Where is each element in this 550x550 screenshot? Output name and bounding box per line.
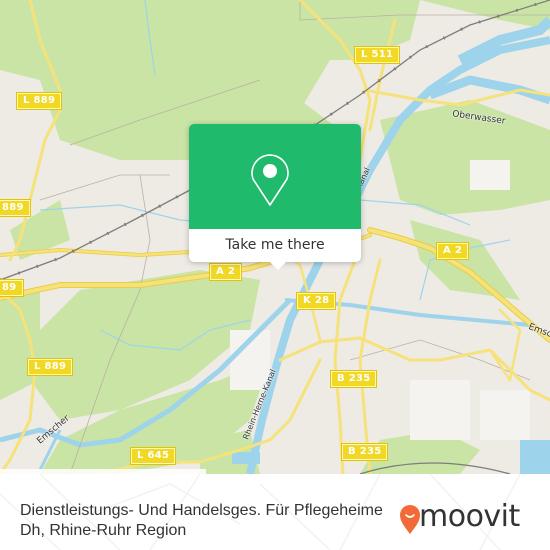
road-label-l889: 889 — [0, 200, 30, 216]
take-me-there-button[interactable]: Take me there — [189, 229, 361, 262]
place-title: Dienstleistungs- Und Handelsges. Für Pfl… — [20, 502, 383, 539]
location-popup: Take me there — [189, 124, 361, 270]
road-label-b235: B 235 — [342, 444, 388, 460]
road-label-l889: L 889 — [17, 93, 62, 109]
road-label-l511: L 511 — [355, 47, 400, 63]
popup-header — [189, 124, 361, 229]
road-label-l645: L 645 — [131, 448, 176, 464]
road-label-b235: B 235 — [331, 371, 377, 387]
popup-pointer — [269, 261, 287, 270]
road-label-a2: A 2 — [210, 264, 242, 280]
road-label-k28: K 28 — [297, 293, 336, 309]
moovit-pin-icon — [400, 505, 420, 534]
moovit-wordmark: moovit — [419, 499, 520, 534]
footer: Dienstleistungs- Und Handelsges. Für Pfl… — [0, 474, 550, 550]
road-label-l889: 89 — [0, 280, 23, 296]
road-label-a2: A 2 — [437, 243, 469, 259]
road-label-l889: L 889 — [28, 359, 73, 375]
map-canvas[interactable]: L 511 L 889 889 89 L 889 A 2 A 2 K 28 B … — [0, 0, 550, 474]
map-pin-icon — [251, 154, 289, 206]
